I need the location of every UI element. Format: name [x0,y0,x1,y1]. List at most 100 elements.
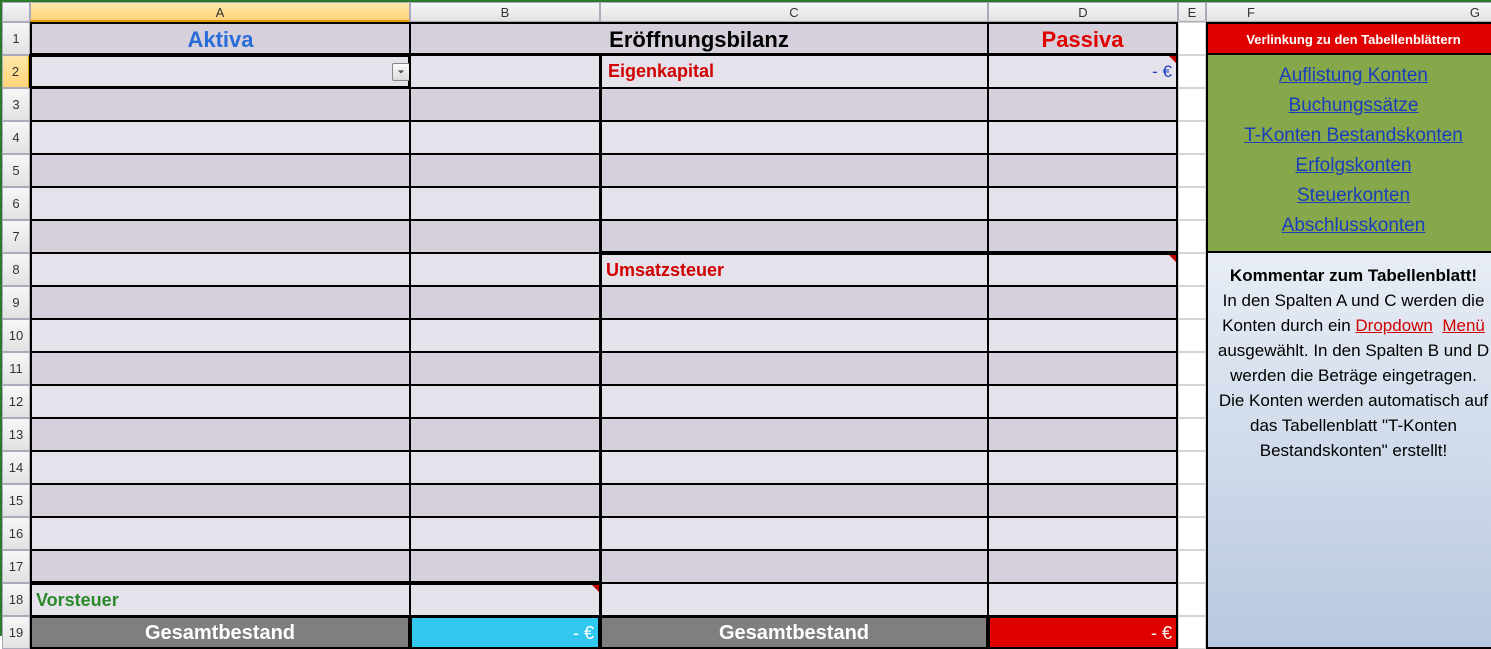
row-header-13[interactable]: 13 [2,418,30,451]
comment-link-menu[interactable]: Menü [1442,316,1485,335]
row-header-1[interactable]: 1 [2,22,30,55]
cell-B7[interactable] [410,220,600,253]
cell-A17[interactable] [30,550,410,583]
cell-B2[interactable] [410,55,600,88]
link-abschlusskonten[interactable]: Abschlusskonten [1212,211,1491,241]
select-all-corner[interactable] [2,2,30,22]
cell-A15[interactable] [30,484,410,517]
cell-E17[interactable] [1178,550,1206,583]
cell-B9[interactable] [410,286,600,319]
cell-A7[interactable] [30,220,410,253]
row-header-11[interactable]: 11 [2,352,30,385]
cell-E13[interactable] [1178,418,1206,451]
cell-B16[interactable] [410,517,600,550]
row-header-12[interactable]: 12 [2,385,30,418]
cell-B12[interactable] [410,385,600,418]
cell-D18[interactable] [988,583,1178,616]
cell-D9[interactable] [988,286,1178,319]
comment-link-dropdown[interactable]: Dropdown [1355,316,1433,335]
row-header-19[interactable]: 19 [2,616,30,649]
cell-A18-vorsteuer[interactable]: Vorsteuer [30,583,410,616]
cell-D6[interactable] [988,187,1178,220]
cell-A11[interactable] [30,352,410,385]
cell-E2[interactable] [1178,55,1206,88]
link-buchungssaetze[interactable]: Buchungssätze [1212,91,1491,121]
cell-A4[interactable] [30,121,410,154]
cell-E15[interactable] [1178,484,1206,517]
col-header-C[interactable]: C [600,2,988,22]
cell-E12[interactable] [1178,385,1206,418]
cell-E3[interactable] [1178,88,1206,121]
cell-D3[interactable] [988,88,1178,121]
cell-A13[interactable] [30,418,410,451]
cell-A12[interactable] [30,385,410,418]
cell-A16[interactable] [30,517,410,550]
cell-B18[interactable] [410,583,600,616]
row-header-4[interactable]: 4 [2,121,30,154]
cell-C3[interactable] [600,88,988,121]
link-auflistung[interactable]: Auflistung Konten [1212,61,1491,91]
cell-D2[interactable]: - € [988,55,1178,88]
link-tkonten[interactable]: T-Konten Bestandskonten [1212,121,1491,151]
cell-B13[interactable] [410,418,600,451]
cell-C2-eigenkapital[interactable]: Eigenkapital [600,55,988,88]
cell-A9[interactable] [30,286,410,319]
col-header-E[interactable]: E [1178,2,1206,22]
cell-A2[interactable] [30,55,410,88]
cell-B8[interactable] [410,253,600,286]
cell-B5[interactable] [410,154,600,187]
cell-B15[interactable] [410,484,600,517]
cell-A3[interactable] [30,88,410,121]
row-header-15[interactable]: 15 [2,484,30,517]
cell-B10[interactable] [410,319,600,352]
cell-D8[interactable] [988,253,1178,286]
row-header-3[interactable]: 3 [2,88,30,121]
row-header-18[interactable]: 18 [2,583,30,616]
cell-D7[interactable] [988,220,1178,253]
row-header-17[interactable]: 17 [2,550,30,583]
cell-C9[interactable] [600,286,988,319]
cell-E8[interactable] [1178,253,1206,286]
cell-A8[interactable] [30,253,410,286]
cell-E7[interactable] [1178,220,1206,253]
cell-C12[interactable] [600,385,988,418]
cell-C5[interactable] [600,154,988,187]
cell-D16[interactable] [988,517,1178,550]
cell-A5[interactable] [30,154,410,187]
col-header-B[interactable]: B [410,2,600,22]
cell-D13[interactable] [988,418,1178,451]
row-header-2[interactable]: 2 [2,55,30,88]
cell-C4[interactable] [600,121,988,154]
cell-B6[interactable] [410,187,600,220]
cell-D17[interactable] [988,550,1178,583]
cell-E19[interactable] [1178,616,1206,649]
cell-E1[interactable] [1178,22,1206,55]
cell-E10[interactable] [1178,319,1206,352]
cell-E16[interactable] [1178,517,1206,550]
dropdown-button[interactable] [392,63,410,81]
cell-A10[interactable] [30,319,410,352]
row-header-6[interactable]: 6 [2,187,30,220]
row-header-8[interactable]: 8 [2,253,30,286]
row-header-7[interactable]: 7 [2,220,30,253]
cell-B14[interactable] [410,451,600,484]
cell-C7[interactable] [600,220,988,253]
cell-C17[interactable] [600,550,988,583]
cell-B11[interactable] [410,352,600,385]
cell-B4[interactable] [410,121,600,154]
cell-E9[interactable] [1178,286,1206,319]
cell-D12[interactable] [988,385,1178,418]
cell-D5[interactable] [988,154,1178,187]
row-header-10[interactable]: 10 [2,319,30,352]
cell-C6[interactable] [600,187,988,220]
cell-E11[interactable] [1178,352,1206,385]
cell-E5[interactable] [1178,154,1206,187]
cell-D14[interactable] [988,451,1178,484]
link-erfolgskonten[interactable]: Erfolgskonten [1212,151,1491,181]
cell-E4[interactable] [1178,121,1206,154]
cell-D15[interactable] [988,484,1178,517]
cell-A6[interactable] [30,187,410,220]
cell-B3[interactable] [410,88,600,121]
cell-E18[interactable] [1178,583,1206,616]
cell-D10[interactable] [988,319,1178,352]
